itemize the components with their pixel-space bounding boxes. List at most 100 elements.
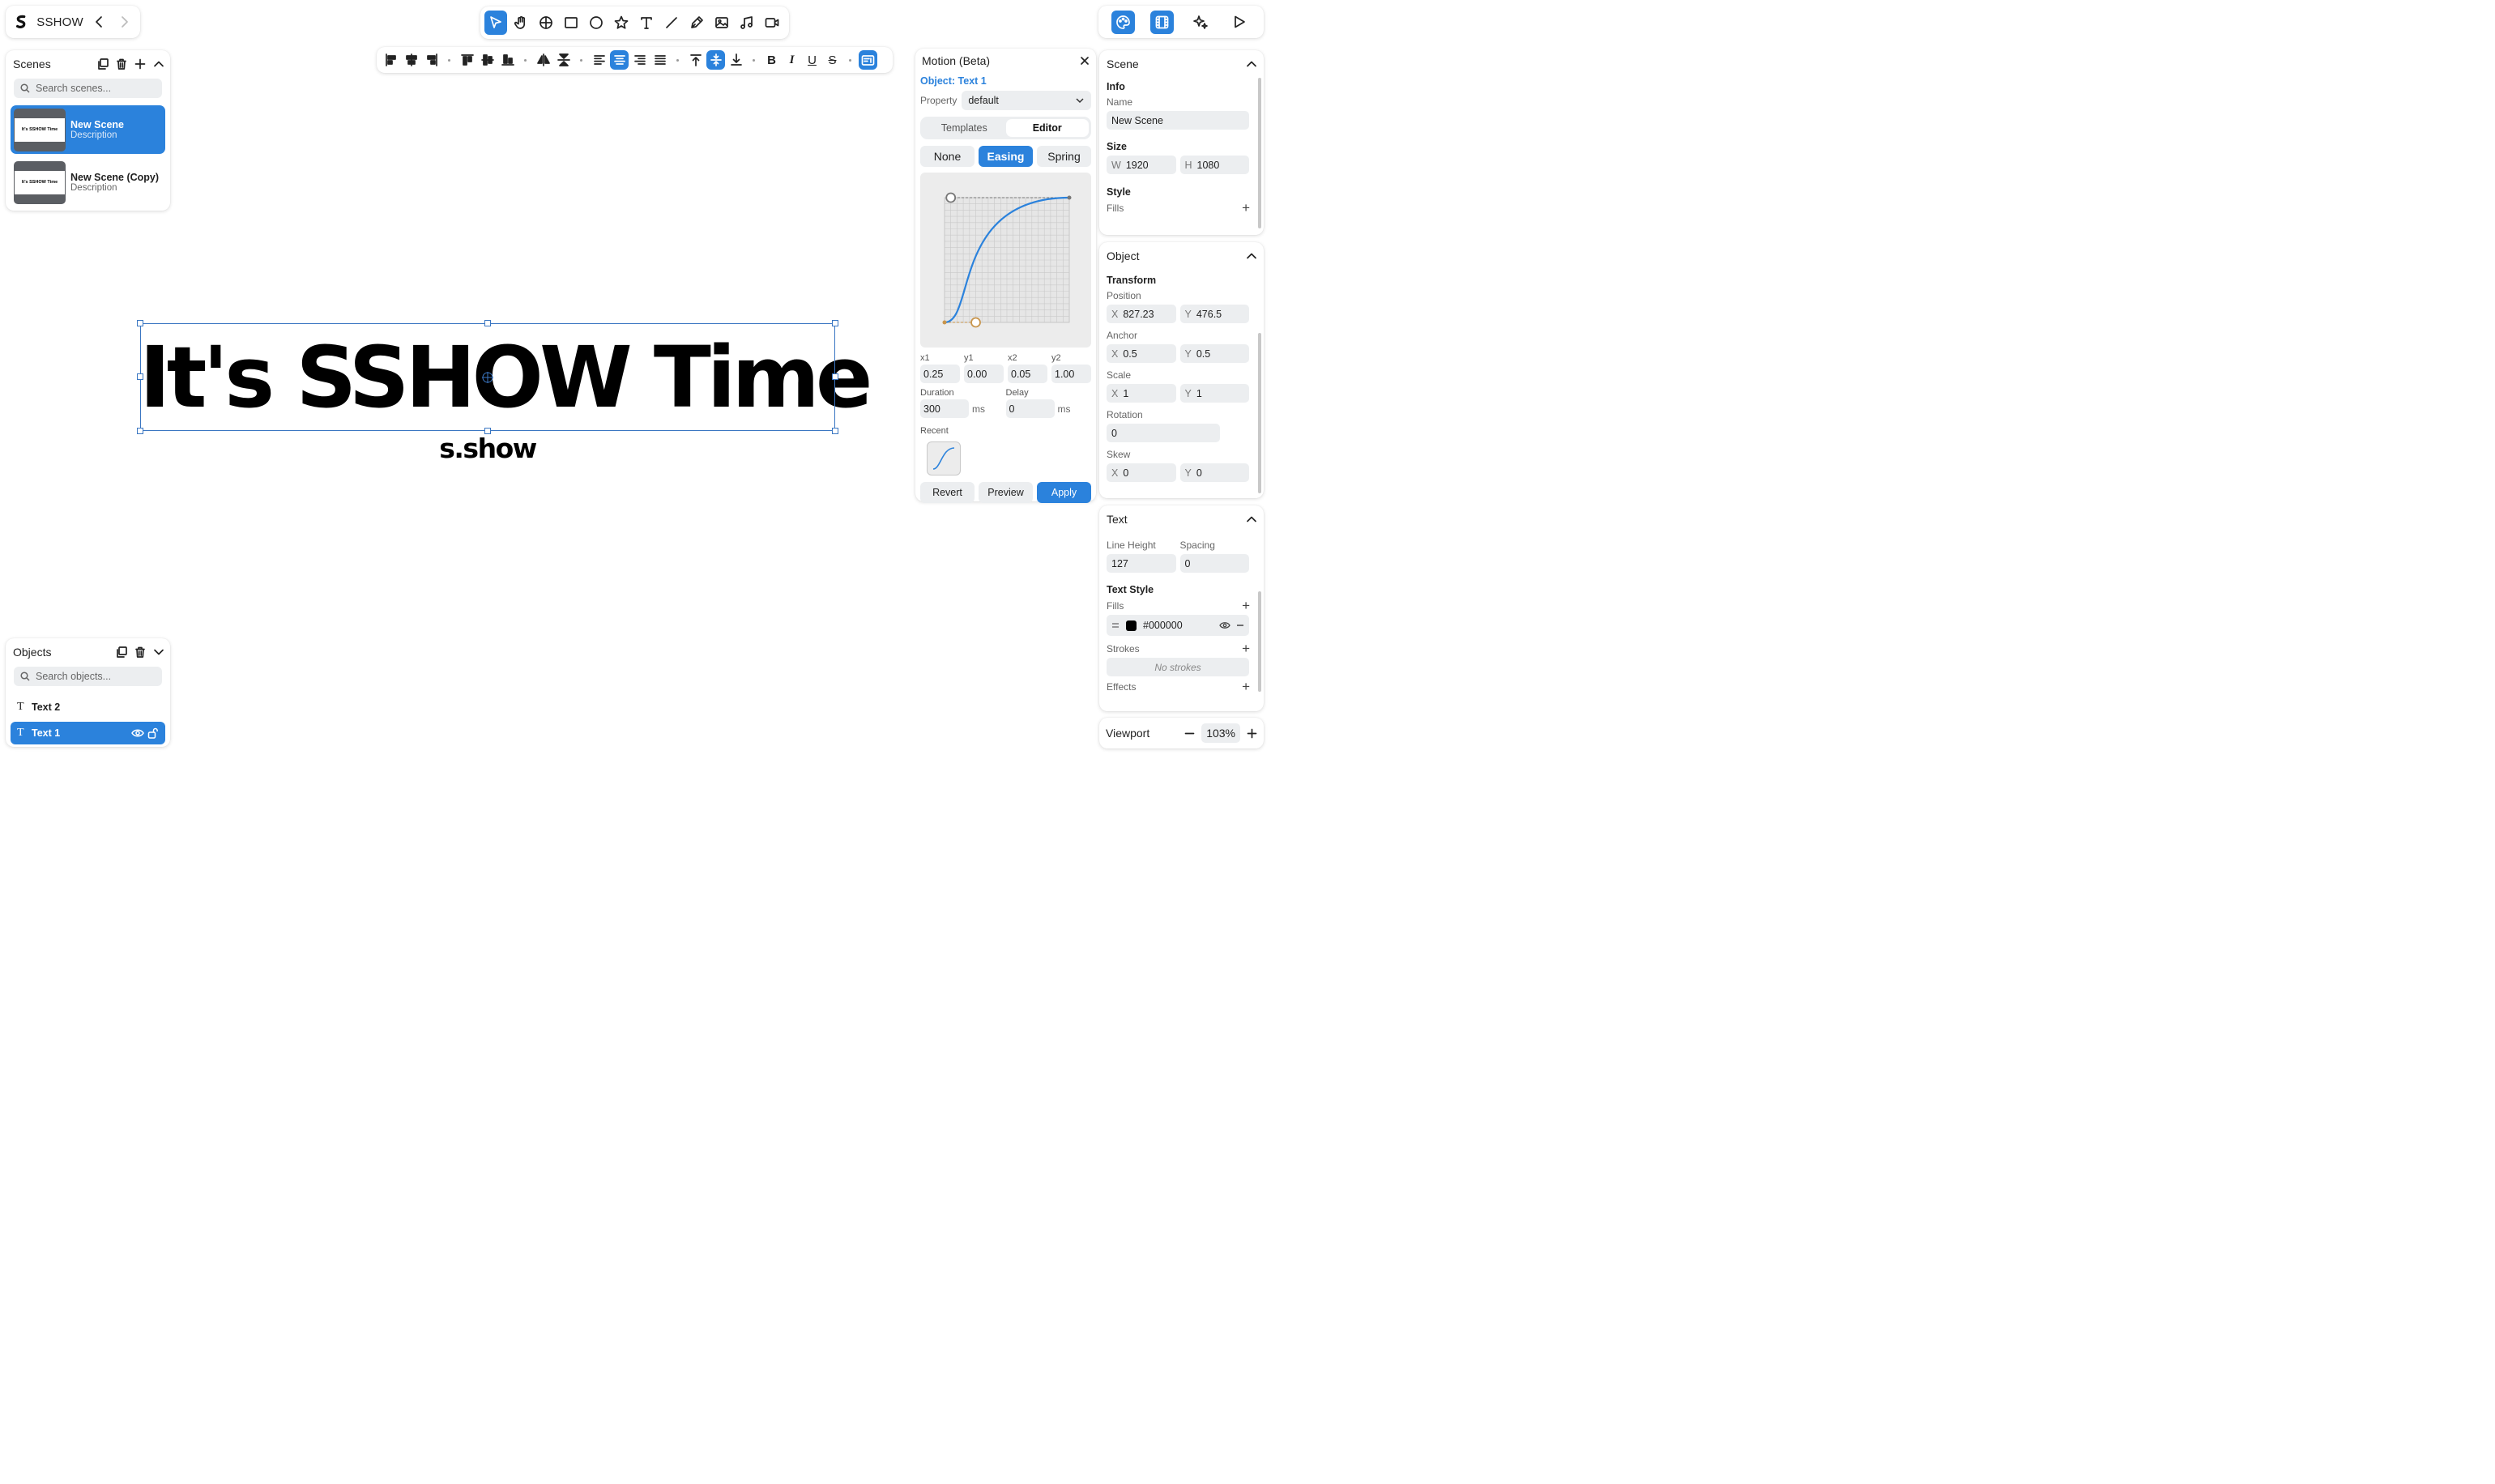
duplicate-scene-button[interactable] — [96, 58, 109, 71]
mode-none-button[interactable]: None — [920, 146, 975, 167]
fill-color-row[interactable]: #000000 — [1107, 615, 1249, 636]
text-align-left-button[interactable] — [590, 50, 608, 70]
align-center-h-button[interactable] — [402, 50, 420, 70]
flip-horizontal-button[interactable] — [534, 50, 552, 70]
x2-input[interactable] — [1008, 365, 1047, 383]
scene-item[interactable]: It's SSHOW Time New Scene (Copy) Descrip… — [11, 158, 165, 207]
preview-button[interactable]: Preview — [979, 482, 1033, 503]
zoom-out-button[interactable] — [1184, 728, 1195, 739]
width-field[interactable]: W 1920 — [1107, 156, 1176, 174]
anchor-y-field[interactable]: Y 0.5 — [1179, 344, 1249, 363]
recent-easing-preset[interactable] — [927, 441, 961, 475]
strikethrough-button[interactable]: S — [823, 50, 842, 70]
resize-handle-bottom-left[interactable] — [137, 428, 143, 434]
scale-y-field[interactable]: Y1 — [1179, 384, 1249, 403]
add-text-fill-button[interactable]: + — [1242, 599, 1254, 612]
position-x-field[interactable]: X 827.23 — [1107, 305, 1176, 323]
text-align-center-button[interactable] — [610, 50, 629, 70]
duration-input[interactable] — [920, 399, 969, 418]
flip-vertical-button[interactable] — [554, 50, 573, 70]
pen-tool-button[interactable] — [685, 11, 708, 35]
object-item[interactable]: T Text 1 — [11, 722, 165, 744]
property-select[interactable]: default — [962, 91, 1091, 110]
text-panel-scrollbar[interactable] — [1258, 591, 1261, 692]
audio-tool-button[interactable] — [736, 11, 758, 35]
play-button[interactable] — [1228, 11, 1252, 34]
zoom-level[interactable]: 103% — [1201, 723, 1240, 743]
object-item[interactable]: T Text 2 — [11, 696, 165, 719]
y2-input[interactable] — [1051, 365, 1091, 383]
resize-handle-top-left[interactable] — [137, 320, 143, 326]
align-left-button[interactable] — [382, 50, 400, 70]
resize-handle-bottom-right[interactable] — [832, 428, 838, 434]
y1-input[interactable] — [964, 365, 1004, 383]
collapse-text-panel-button[interactable] — [1246, 514, 1257, 525]
resize-handle-top[interactable] — [484, 320, 491, 326]
text-box-fit-button[interactable] — [859, 50, 877, 70]
video-tool-button[interactable] — [761, 11, 783, 35]
anchor-x-field[interactable]: X 0.5 — [1107, 344, 1176, 363]
close-motion-button[interactable] — [1080, 56, 1090, 66]
forward-button[interactable] — [116, 13, 132, 31]
expand-objects-button[interactable] — [151, 646, 165, 659]
scene-panel-scrollbar[interactable] — [1258, 78, 1261, 228]
search-objects-input[interactable] — [36, 671, 157, 682]
back-button[interactable] — [92, 13, 108, 31]
x1-input[interactable] — [920, 365, 960, 383]
collapse-scenes-button[interactable] — [151, 58, 165, 71]
collapse-scene-panel-button[interactable] — [1246, 58, 1257, 70]
mode-easing-button[interactable]: Easing — [979, 146, 1033, 167]
add-stroke-button[interactable]: + — [1242, 642, 1254, 655]
scale-x-field[interactable]: X1 — [1107, 384, 1176, 403]
vertical-align-bottom-button[interactable] — [727, 50, 745, 70]
delete-object-button[interactable] — [133, 646, 147, 659]
skew-y-field[interactable]: Y0 — [1179, 463, 1249, 482]
revert-button[interactable]: Revert — [920, 482, 975, 503]
line-tool-button[interactable] — [660, 11, 683, 35]
motion-panel-button[interactable] — [1149, 10, 1174, 34]
duplicate-object-button[interactable] — [114, 646, 128, 659]
vertical-align-middle-button[interactable] — [706, 50, 725, 70]
text-align-right-button[interactable] — [630, 50, 649, 70]
object-panel-scrollbar[interactable] — [1258, 333, 1261, 493]
text-tool-button[interactable] — [635, 11, 658, 35]
eye-icon[interactable] — [1219, 620, 1230, 630]
control-point-2[interactable] — [945, 192, 957, 203]
eye-icon[interactable] — [131, 727, 144, 739]
vertical-align-top-button[interactable] — [686, 50, 705, 70]
resize-handle-bottom[interactable] — [484, 428, 491, 434]
skew-x-field[interactable]: X0 — [1107, 463, 1176, 482]
align-middle-button[interactable] — [478, 50, 497, 70]
tab-templates[interactable]: Templates — [923, 119, 1006, 137]
spacing-field[interactable]: 0 — [1179, 554, 1249, 573]
design-panel-button[interactable] — [1111, 10, 1135, 34]
image-tool-button[interactable] — [710, 11, 733, 35]
scene-item[interactable]: It's SSHOW Time New Scene Description — [11, 105, 165, 154]
scene-name-field[interactable]: New Scene — [1107, 111, 1249, 130]
star-tool-button[interactable] — [610, 11, 633, 35]
underline-button[interactable]: U — [803, 50, 821, 70]
align-right-button[interactable] — [422, 50, 441, 70]
add-scene-button[interactable] — [133, 58, 147, 71]
align-bottom-button[interactable] — [498, 50, 517, 70]
zoom-in-button[interactable] — [1247, 728, 1257, 739]
minus-icon[interactable] — [1236, 621, 1244, 629]
height-field[interactable]: H 1080 — [1179, 156, 1249, 174]
delete-scene-button[interactable] — [114, 58, 128, 71]
control-point-1[interactable] — [970, 317, 981, 328]
hand-tool-button[interactable] — [510, 11, 532, 35]
move-tool-button[interactable] — [535, 11, 557, 35]
resize-handle-top-right[interactable] — [832, 320, 838, 326]
fill-color-swatch[interactable] — [1126, 620, 1137, 631]
unlock-icon[interactable] — [147, 727, 159, 739]
resize-handle-left[interactable] — [137, 373, 143, 380]
canvas-subline-text[interactable]: s.show — [139, 433, 836, 464]
text-justify-button[interactable] — [650, 50, 669, 70]
easing-curve-editor[interactable] — [920, 173, 1091, 348]
anchor-point-icon[interactable] — [481, 371, 494, 384]
collapse-object-panel-button[interactable] — [1246, 250, 1257, 262]
line-height-field[interactable]: 127 — [1107, 554, 1176, 573]
position-y-field[interactable]: Y 476.5 — [1179, 305, 1249, 323]
drag-handle-icon[interactable] — [1111, 622, 1120, 629]
search-scenes-input[interactable] — [36, 83, 157, 94]
